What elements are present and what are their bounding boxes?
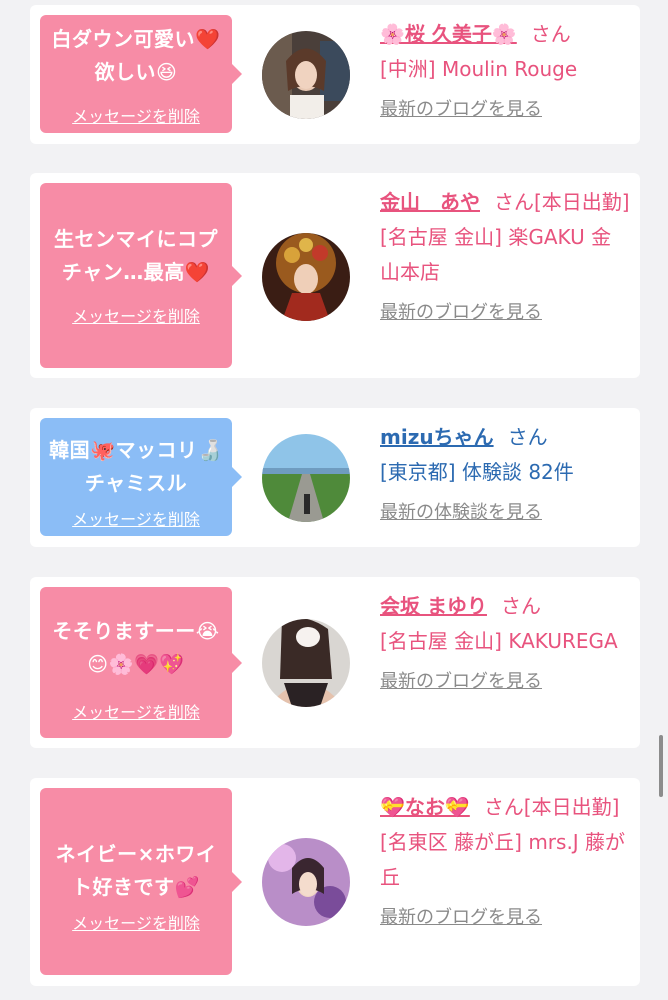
- shop-label: [名古屋 金山] 楽GAKU 金山本店: [380, 225, 612, 284]
- profile-name-link[interactable]: 🌸桜 久美子🌸: [380, 22, 517, 46]
- latest-blog-link[interactable]: 最新のブログを見る: [380, 298, 542, 324]
- shop-label: [名東区 藤が丘] mrs.J 藤が丘: [380, 830, 626, 889]
- message-card: ネイビー×ホワイト好きです💕 メッセージを削除 💝なお💝 さん[本日出勤] [名東…: [30, 778, 640, 986]
- shop-label: [東京都] 体験談 82件: [380, 460, 574, 484]
- message-text: 白ダウン可愛い❤️欲しい😆: [51, 27, 221, 84]
- shop-label: [名古屋 金山] KAKUREGA: [380, 629, 618, 653]
- delete-message-link[interactable]: メッセージを削除: [40, 506, 232, 530]
- honorific: さん: [507, 425, 548, 449]
- message-bubble: ネイビー×ホワイト好きです💕 メッセージを削除: [40, 788, 242, 975]
- message-bubble: 韓国🐙マッコリ🍶チャミスル メッセージを削除: [40, 418, 242, 536]
- shop-label: [中洲] Moulin Rouge: [380, 57, 578, 81]
- message-bubble: 生センマイにコプチャン…最高❤️ メッセージを削除: [40, 183, 242, 368]
- avatar[interactable]: [262, 434, 350, 522]
- delete-message-link[interactable]: メッセージを削除: [40, 699, 232, 723]
- latest-review-link[interactable]: 最新の体験談を見る: [380, 498, 542, 524]
- latest-blog-link[interactable]: 最新のブログを見る: [380, 95, 542, 121]
- honorific: さん[本日出勤]: [494, 190, 630, 214]
- profile-info: mizuちゃん さん [東京都] 体験談 82件 最新の体験談を見る: [380, 420, 630, 524]
- profile-info: 🌸桜 久美子🌸 さん [中洲] Moulin Rouge 最新のブログを見る: [380, 17, 630, 121]
- message-card: 韓国🐙マッコリ🍶チャミスル メッセージを削除 mizuちゃん さん [東京都] 体…: [30, 408, 640, 547]
- message-card: 生センマイにコプチャン…最高❤️ メッセージを削除 金山 あや さん[本日出勤] …: [30, 173, 640, 378]
- message-text: 生センマイにコプチャン…最高❤️: [54, 227, 218, 284]
- message-text: 韓国🐙マッコリ🍶チャミスル: [49, 438, 223, 495]
- scrollbar[interactable]: [659, 735, 663, 797]
- delete-message-link[interactable]: メッセージを削除: [40, 303, 232, 327]
- message-card: そそりますーー😭😊🌸💗💖 メッセージを削除 会坂 まゆり さん [名古屋 金山] …: [30, 577, 640, 748]
- message-bubble: 白ダウン可愛い❤️欲しい😆 メッセージを削除: [40, 15, 242, 133]
- honorific: さん: [500, 594, 541, 618]
- avatar[interactable]: [262, 619, 350, 707]
- message-text: ネイビー×ホワイト好きです💕: [55, 842, 217, 899]
- honorific: さん: [530, 22, 571, 46]
- profile-info: 金山 あや さん[本日出勤] [名古屋 金山] 楽GAKU 金山本店 最新のブログ…: [380, 185, 630, 324]
- delete-message-link[interactable]: メッセージを削除: [40, 103, 232, 127]
- profile-name-link[interactable]: 金山 あや: [380, 190, 480, 214]
- profile-info: 会坂 まゆり さん [名古屋 金山] KAKUREGA 最新のブログを見る: [380, 589, 630, 693]
- message-bubble: そそりますーー😭😊🌸💗💖 メッセージを削除: [40, 587, 242, 738]
- honorific: さん[本日出勤]: [483, 795, 620, 819]
- latest-blog-link[interactable]: 最新のブログを見る: [380, 903, 542, 929]
- latest-blog-link[interactable]: 最新のブログを見る: [380, 667, 542, 693]
- avatar[interactable]: [262, 233, 350, 321]
- profile-info: 💝なお💝 さん[本日出勤] [名東区 藤が丘] mrs.J 藤が丘 最新のブログを…: [380, 790, 630, 929]
- message-text: そそりますーー😭😊🌸💗💖: [52, 619, 220, 676]
- profile-name-link[interactable]: 会坂 まゆり: [380, 594, 487, 618]
- message-card: 白ダウン可愛い❤️欲しい😆 メッセージを削除 🌸桜 久美子🌸 さん [中洲] Mo…: [30, 5, 640, 144]
- avatar[interactable]: [262, 838, 350, 926]
- profile-name-link[interactable]: 💝なお💝: [380, 795, 470, 819]
- avatar[interactable]: [262, 31, 350, 119]
- profile-name-link[interactable]: mizuちゃん: [380, 425, 494, 449]
- delete-message-link[interactable]: メッセージを削除: [40, 910, 232, 934]
